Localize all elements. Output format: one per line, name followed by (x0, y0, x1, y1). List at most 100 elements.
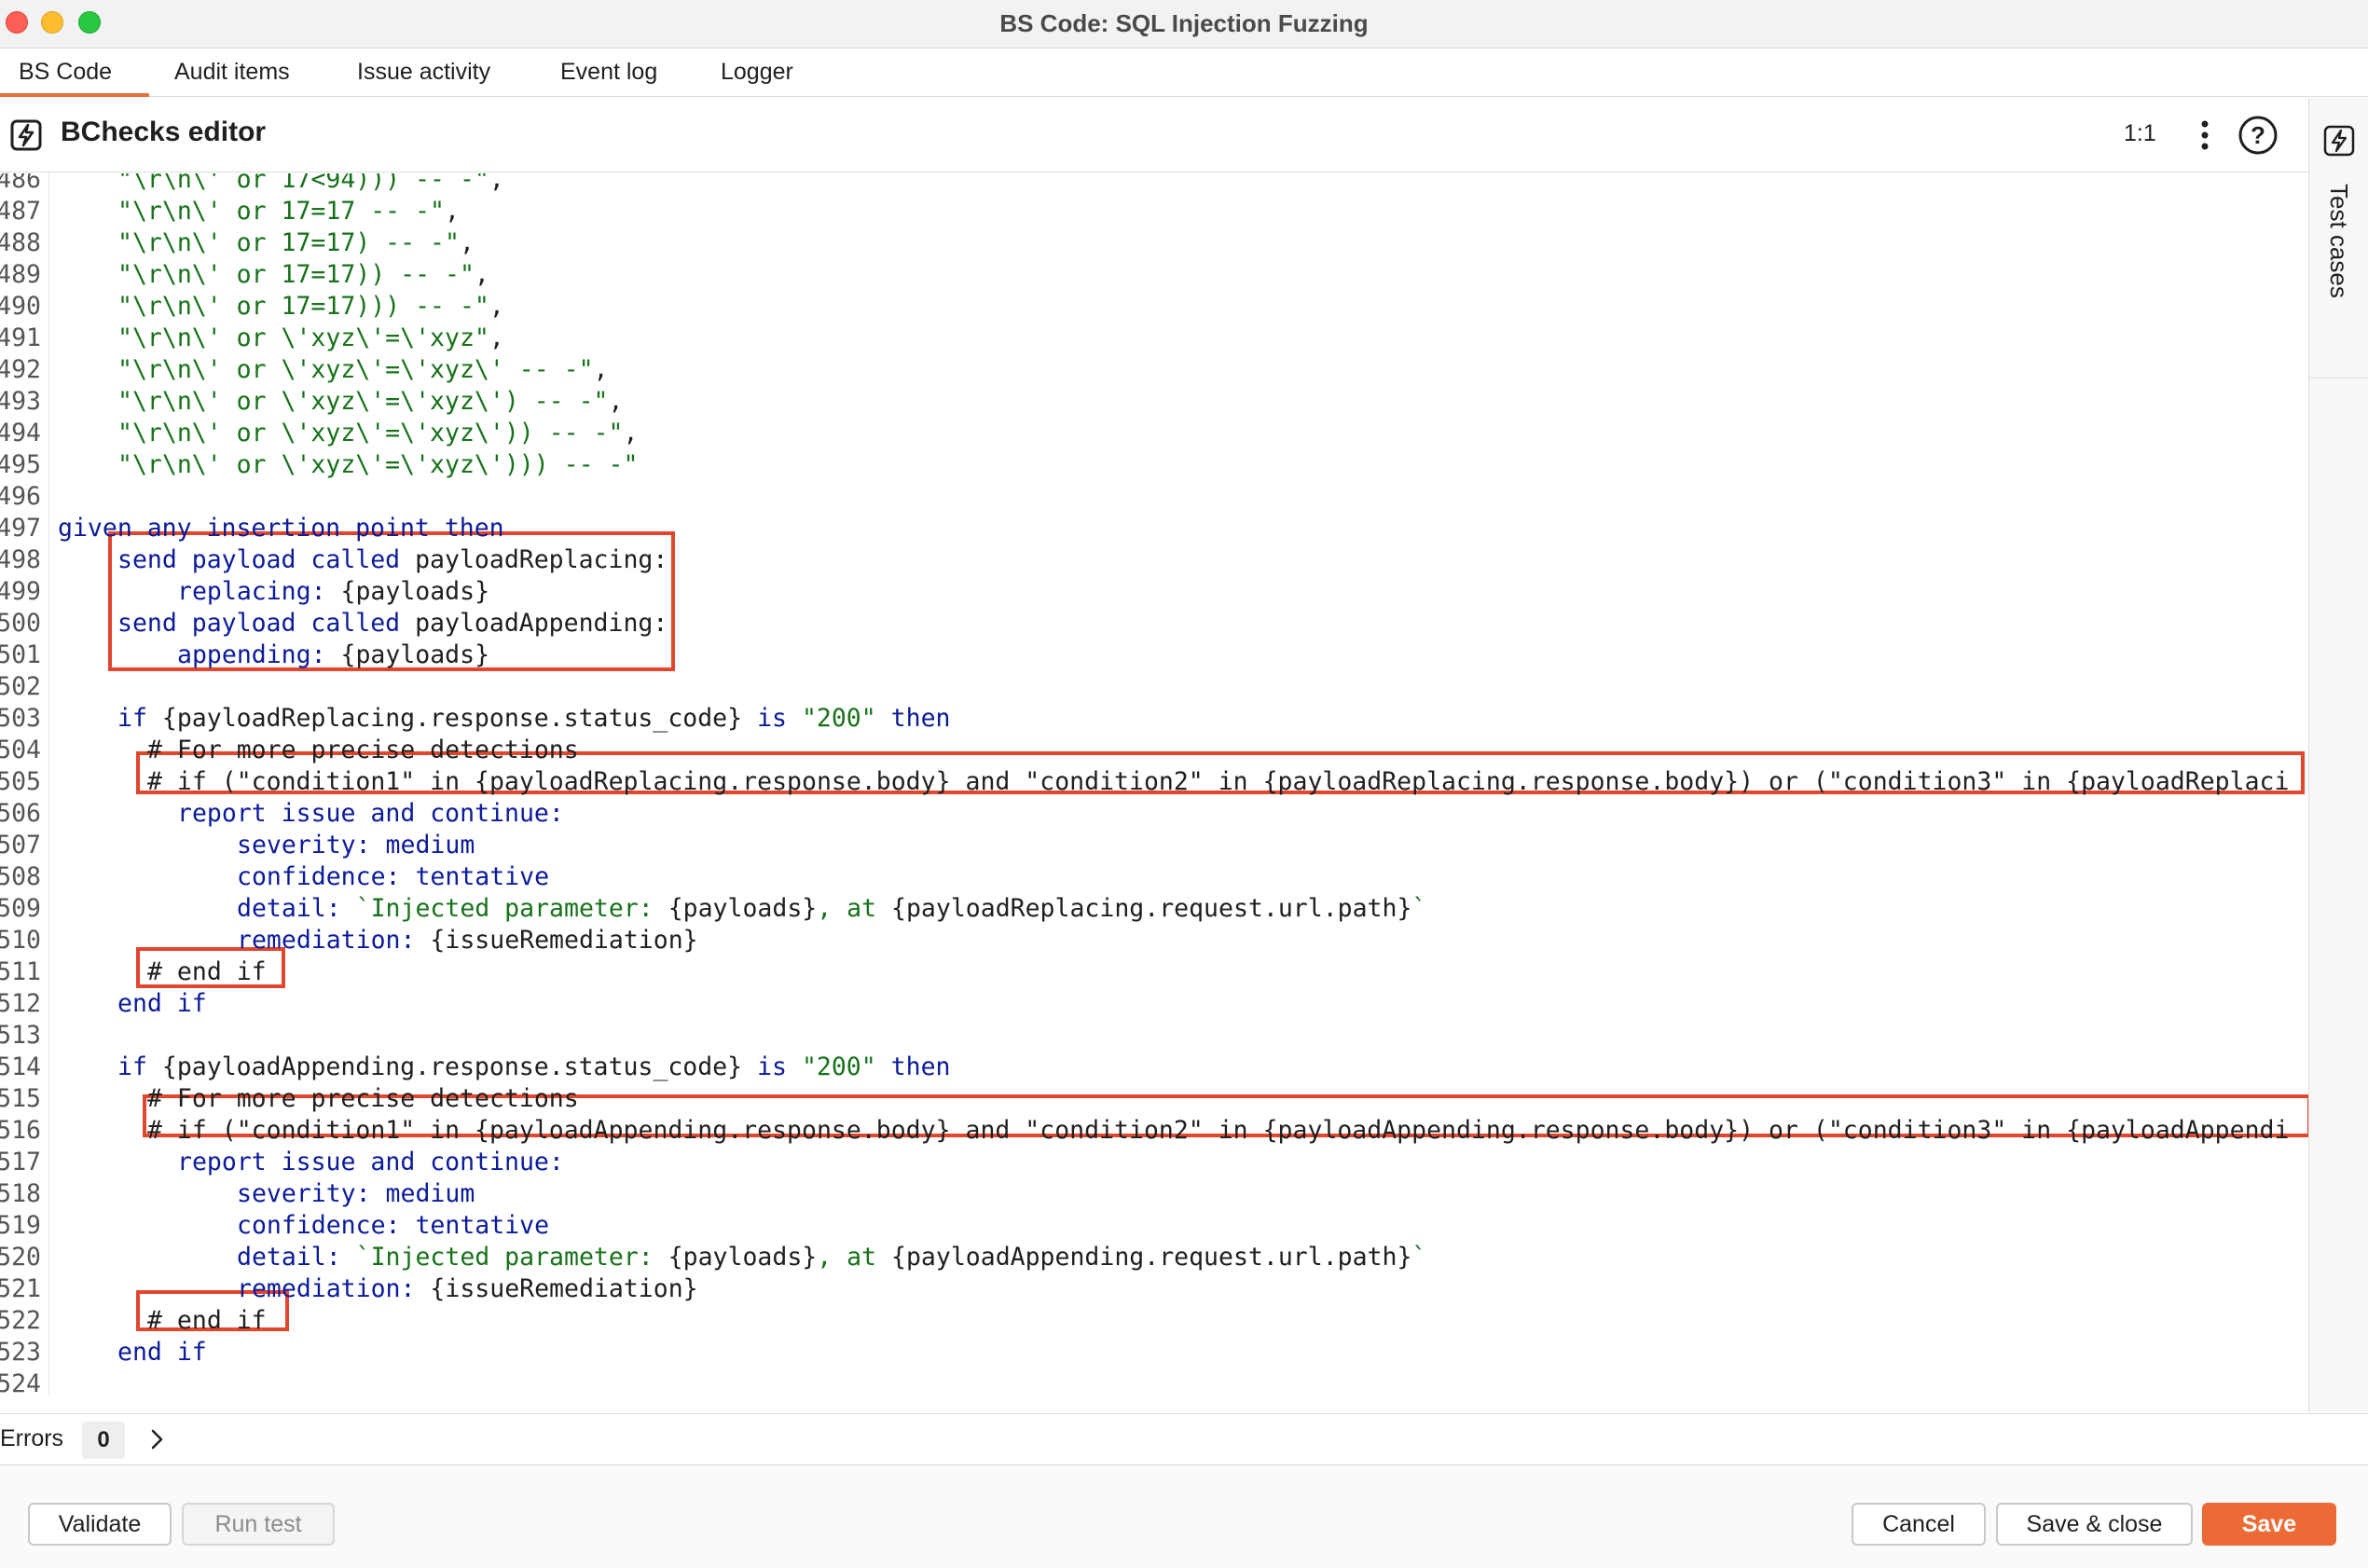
code-string: ` (1411, 894, 1427, 923)
validate-button[interactable]: Validate (28, 1503, 172, 1546)
code-text: detail: `Injected parameter: {payloads},… (237, 893, 1426, 925)
code-line[interactable]: 511 # end if (0, 956, 2308, 988)
code-line[interactable]: 514 if {payloadAppending.response.status_… (0, 1052, 2308, 1083)
code-keyword: detail: (237, 1243, 356, 1272)
code-keyword: if (117, 704, 162, 733)
code-text: "\r\n\' or 17<94))) -- -", (117, 173, 504, 196)
zoom-level[interactable]: 1:1 (2124, 120, 2156, 147)
code-line[interactable]: 494 "\r\n\' or \'xyz\'=\'xyz\')) -- -", (0, 418, 2308, 449)
cancel-button[interactable]: Cancel (1852, 1503, 1986, 1546)
line-number: 486 (0, 173, 41, 194)
code-editor[interactable]: 486 "\r\n\' or 17<94))) -- -", 487 "\r\n\' … (0, 173, 2308, 1395)
line-number: 487 (0, 197, 41, 226)
code-token: , (623, 419, 639, 447)
line-number: 520 (0, 1243, 41, 1272)
code-line[interactable]: 497 given any insertion point then (0, 513, 2308, 544)
code-line[interactable]: 498 send payload called payloadReplacing: (0, 544, 2308, 576)
code-line[interactable]: 523 end if (0, 1337, 2308, 1369)
code-line[interactable]: 506 report issue and continue: (0, 798, 2308, 830)
line-number: 515 (0, 1084, 41, 1113)
code-line[interactable]: 519 confidence: tentative (0, 1210, 2308, 1242)
line-number: 493 (0, 387, 41, 416)
code-text: remediation: {issueRemediation} (237, 925, 698, 956)
tab-event-log[interactable]: Event log (560, 48, 657, 97)
code-line[interactable]: 507 severity: medium (0, 830, 2308, 861)
code-line[interactable]: 515 # For more precise detections (0, 1083, 2308, 1115)
tab-issue-activity[interactable]: Issue activity (357, 48, 490, 97)
code-token: {payloads} (668, 1243, 818, 1272)
line-number: 489 (0, 260, 41, 289)
code-line[interactable]: 518 severity: medium (0, 1178, 2308, 1210)
code-token: {issueRemediation} (430, 1274, 698, 1303)
code-text: severity: medium (237, 1178, 475, 1210)
code-text: # end if (147, 956, 267, 988)
code-line[interactable]: 490 "\r\n\' or 17=17))) -- -", (0, 291, 2308, 323)
code-line[interactable]: 499 replacing: {payloads} (0, 576, 2308, 608)
code-line[interactable]: 502 (0, 671, 2308, 703)
code-keyword: medium (385, 1179, 475, 1208)
code-line[interactable]: 517 report issue and continue: (0, 1147, 2308, 1178)
code-line[interactable]: 488 "\r\n\' or 17=17) -- -", (0, 227, 2308, 259)
code-text: "\r\n\' or \'xyz\'=\'xyz\')) -- -", (117, 418, 638, 449)
editor-title: BChecks editor (61, 117, 267, 147)
code-keyword: appending: (177, 640, 341, 669)
code-line[interactable]: 492 "\r\n\' or \'xyz\'=\'xyz\' -- -", (0, 354, 2308, 386)
chevron-right-icon[interactable] (144, 1425, 172, 1453)
code-line[interactable]: 496 (0, 481, 2308, 513)
save-button[interactable]: Save (2202, 1503, 2336, 1546)
code-text: if {payloadAppending.response.status_cod… (117, 1052, 951, 1083)
code-line[interactable]: 500 send payload called payloadAppending: (0, 608, 2308, 640)
code-token: {payloadAppending.response.status_code} (161, 1052, 758, 1081)
code-line[interactable]: 524 (0, 1369, 2308, 1395)
code-string: `Injected parameter: (355, 1243, 668, 1272)
code-line[interactable]: 512 end if (0, 988, 2308, 1020)
tab-bs-code[interactable]: BS Code (0, 48, 149, 97)
line-number: 510 (0, 926, 41, 955)
code-string: "\r\n\' or \'xyz\'=\'xyz\') -- -" (117, 387, 609, 416)
line-number: 499 (0, 577, 41, 606)
test-cases-tab[interactable]: Test cases (2324, 184, 2353, 298)
code-line[interactable]: 503 if {payloadReplacing.response.status_… (0, 703, 2308, 735)
line-number: 508 (0, 862, 41, 891)
kebab-menu-icon[interactable] (2191, 117, 2219, 154)
tab-logger[interactable]: Logger (721, 48, 793, 97)
code-token: {payloads} (668, 894, 818, 923)
code-line[interactable]: 521 remediation: {issueRemediation} (0, 1273, 2308, 1305)
code-line[interactable]: 505 # if ("condition1" in {payloadReplaci… (0, 766, 2308, 798)
code-line[interactable]: 486 "\r\n\' or 17<94))) -- -", (0, 173, 2308, 196)
code-keyword: replacing: (177, 577, 341, 606)
code-line[interactable]: 513 (0, 1020, 2308, 1052)
code-line[interactable]: 493 "\r\n\' or \'xyz\'=\'xyz\') -- -", (0, 386, 2308, 418)
code-line[interactable]: 495 "\r\n\' or \'xyz\'=\'xyz\'))) -- -" (0, 449, 2308, 481)
line-number: 519 (0, 1211, 41, 1240)
run-test-button[interactable]: Run test (182, 1503, 335, 1546)
code-comment: # if ("condition1" in {payloadReplacing.… (147, 767, 2290, 796)
line-number: 490 (0, 292, 41, 321)
code-keyword: confidence: (237, 862, 416, 891)
code-text: # For more precise detections (147, 1083, 579, 1115)
code-line[interactable]: 509 detail: `Injected parameter: {payload… (0, 893, 2308, 925)
code-string: "\r\n\' or 17<94))) -- -" (117, 173, 489, 194)
help-icon[interactable]: ? (2237, 115, 2279, 156)
code-line[interactable]: 501 appending: {payloads} (0, 640, 2308, 671)
code-line[interactable]: 516 # if ("condition1" in {payloadAppendi… (0, 1115, 2308, 1147)
tab-audit-items[interactable]: Audit items (174, 48, 290, 97)
code-line[interactable]: 504 # For more precise detections (0, 735, 2308, 766)
code-line[interactable]: 508 confidence: tentative (0, 861, 2308, 893)
code-line[interactable]: 520 detail: `Injected parameter: {payload… (0, 1242, 2308, 1273)
code-text: replacing: {payloads} (177, 576, 489, 608)
code-line[interactable]: 491 "\r\n\' or \'xyz\'=\'xyz", (0, 323, 2308, 354)
line-number: 502 (0, 672, 41, 701)
code-token: payloadAppending: (415, 609, 668, 638)
code-line[interactable]: 487 "\r\n\' or 17=17 -- -", (0, 196, 2308, 227)
code-token: {payloads} (340, 640, 490, 669)
code-line[interactable]: 489 "\r\n\' or 17=17)) -- -", (0, 259, 2308, 291)
save-close-button[interactable]: Save & close (1996, 1503, 2193, 1546)
line-number: 497 (0, 514, 41, 543)
code-comment: # For more precise detections (147, 1084, 579, 1113)
code-line[interactable]: 522 # end if (0, 1305, 2308, 1337)
code-token: , (593, 355, 609, 384)
test-cases-panel: Test cases (2308, 98, 2368, 1412)
code-line[interactable]: 510 remediation: {issueRemediation} (0, 925, 2308, 956)
bcheck-icon[interactable] (2322, 124, 2356, 158)
